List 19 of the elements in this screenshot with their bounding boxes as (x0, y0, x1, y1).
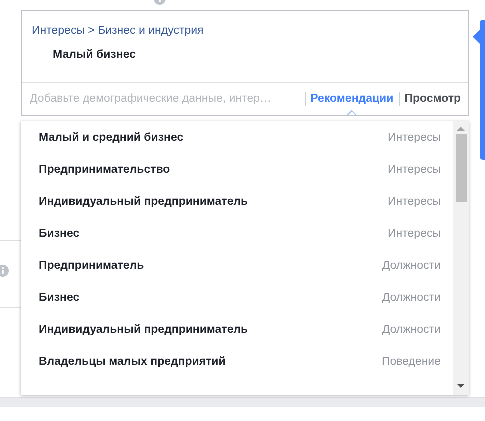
search-field[interactable]: Добавьте демографические данные, интер… (30, 93, 300, 105)
scrollbar-thumb[interactable] (456, 134, 466, 202)
suggestion-item[interactable]: Владельцы малых предприятий Поведение (21, 346, 453, 378)
suggestion-item[interactable]: Индивидуальный предприниматель Интересы (21, 186, 453, 218)
scroll-up-icon[interactable] (457, 126, 465, 132)
pointer-icon (473, 29, 481, 45)
scrollbar[interactable] (453, 121, 469, 395)
scroll-down-icon[interactable] (457, 383, 465, 389)
info-icon (0, 265, 9, 277)
suggestion-item[interactable]: Бизнес Должности (21, 282, 453, 314)
tab[interactable]: Просмотр (404, 93, 461, 105)
suggestion-item[interactable]: Индивидуальный предприниматель Должности (21, 314, 453, 346)
selected-interest: Малый бизнес (53, 49, 136, 61)
suggestion-item[interactable]: Малый и средний бизнес Интересы (21, 122, 453, 154)
tab[interactable]: Рекомендации (310, 93, 394, 105)
suggestion-item[interactable]: Бизнес Интересы (21, 218, 453, 250)
suggestion-item[interactable]: Предпринимательство Интересы (21, 154, 453, 186)
suggestion-item[interactable]: Предприниматель Должности (21, 250, 453, 282)
breadcrumb-link[interactable]: Интересы > Бизнес и индустрия (32, 11, 204, 37)
